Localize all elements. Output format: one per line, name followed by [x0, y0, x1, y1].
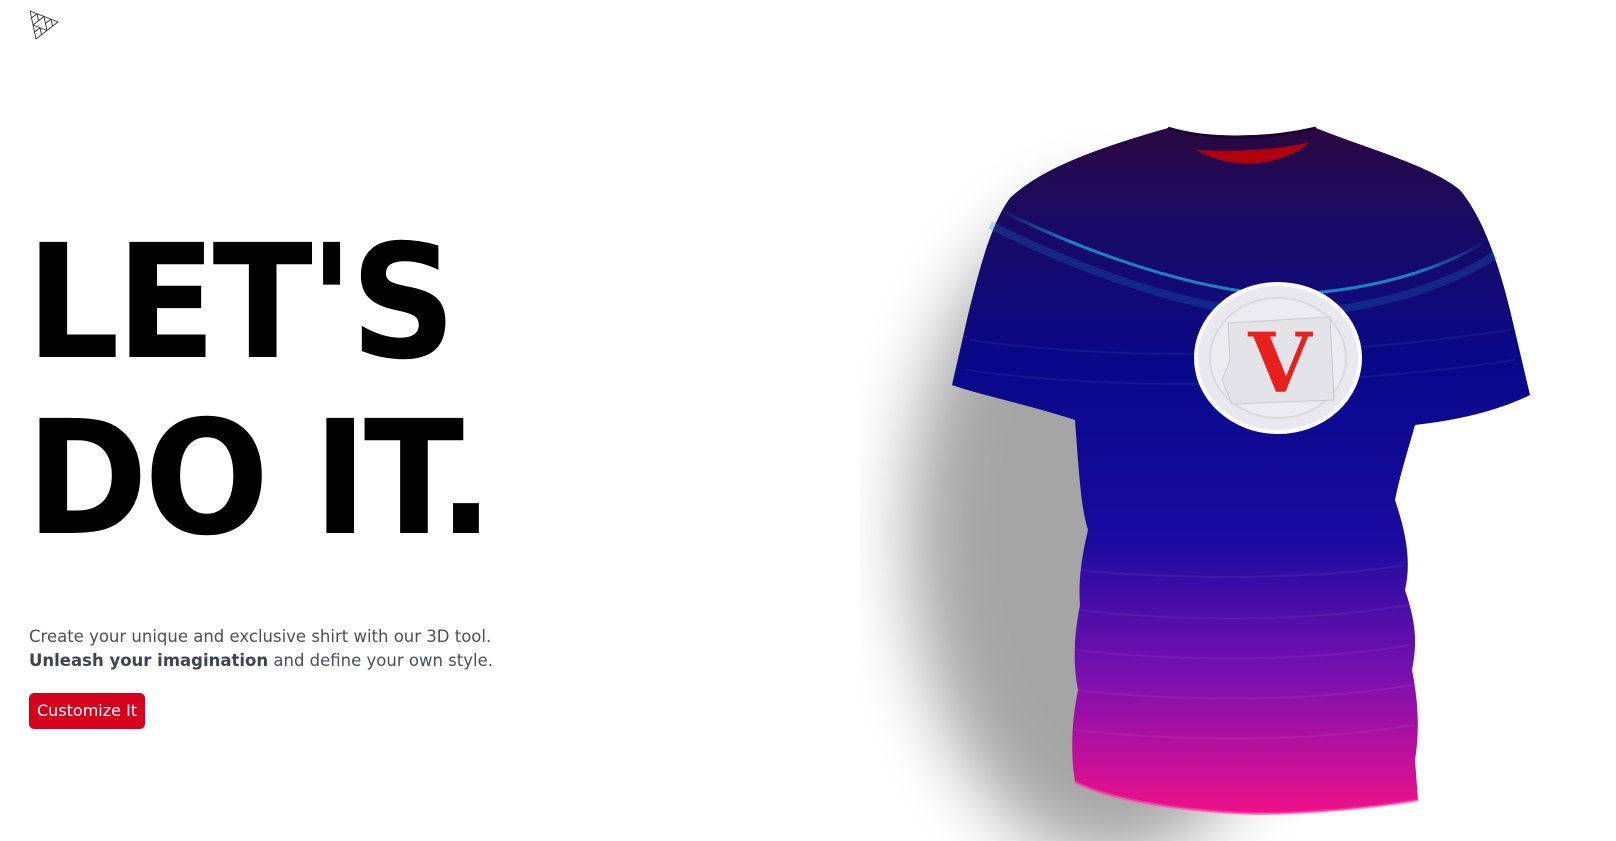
headline-line-2: DO IT.	[26, 387, 494, 571]
threejs-logo-icon[interactable]	[28, 8, 62, 42]
shirt-3d-canvas[interactable]: V	[860, 110, 1600, 841]
tagline-rest: and define your own style.	[268, 651, 493, 670]
hero-headline: LET'S DO IT.	[26, 211, 494, 571]
tagline-line-1: Create your unique and exclusive shirt w…	[29, 627, 492, 646]
shirt-logo-letter: V	[1247, 316, 1313, 412]
customize-it-button[interactable]: Customize It	[29, 693, 146, 729]
landing-page: LET'S DO IT. Create your unique and excl…	[0, 0, 1616, 841]
shirt-logo-emblem: V	[1194, 282, 1362, 434]
hero-tagline: Create your unique and exclusive shirt w…	[29, 625, 493, 673]
tagline-emphasis: Unleash your imagination	[29, 651, 269, 670]
headline-line-1: LET'S	[26, 211, 456, 395]
